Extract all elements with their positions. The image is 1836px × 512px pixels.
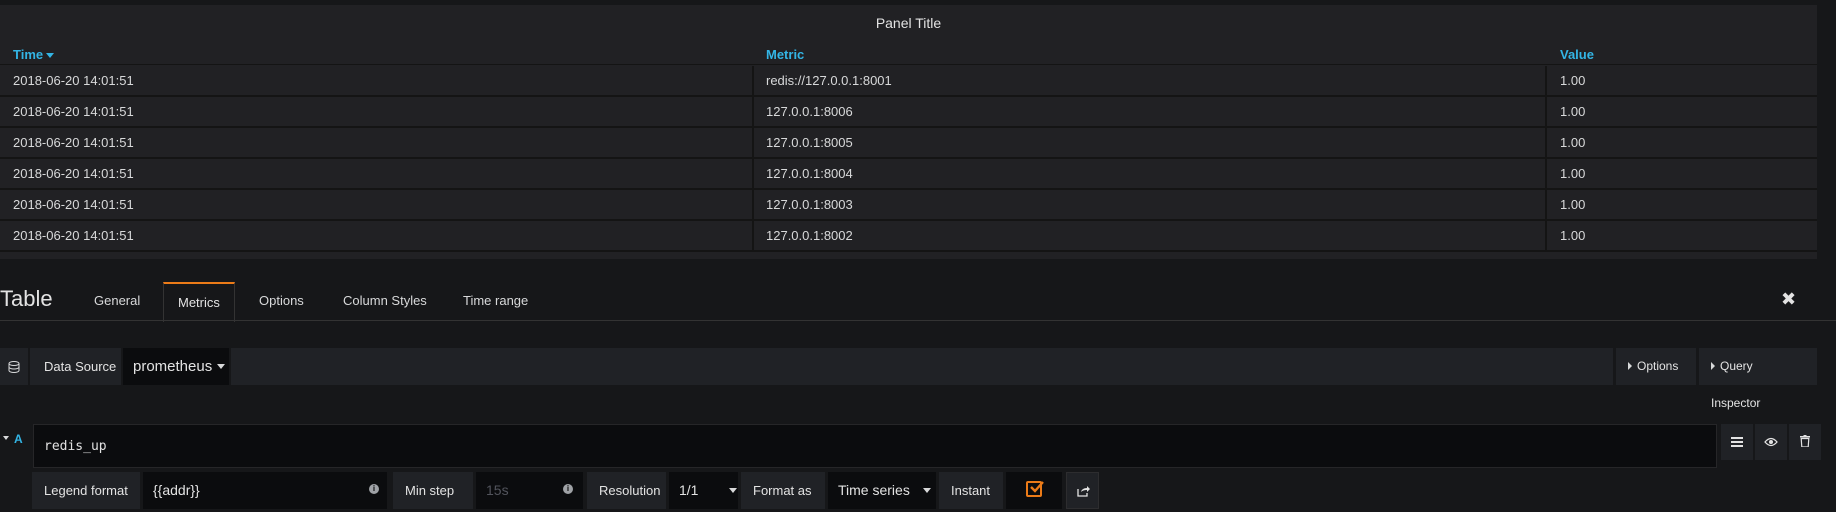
cell-time: 2018-06-20 14:01:51: [13, 166, 134, 181]
cell-time: 2018-06-20 14:01:51: [13, 135, 134, 150]
query-inspector-button-label: Query Inspector: [1711, 359, 1761, 410]
caret-down-icon: [923, 488, 931, 493]
datasource-label: Data Source: [30, 348, 121, 385]
format-as-select[interactable]: Time series: [828, 472, 936, 509]
cell-value: 1.00: [1545, 190, 1817, 219]
sort-desc-icon: [46, 53, 55, 58]
query-ref-id[interactable]: A: [14, 432, 23, 446]
cell-metric: 127.0.0.1:8002: [752, 221, 1545, 250]
caret-down-icon: [729, 488, 737, 493]
options-button-label: Options: [1637, 359, 1679, 373]
database-icon: [0, 348, 28, 385]
cell-value: 1.00: [1545, 66, 1817, 95]
cell-time: 2018-06-20 14:01:51: [13, 197, 134, 212]
query-menu-button[interactable]: [1721, 424, 1753, 460]
cell-metric: 127.0.0.1:8006: [752, 97, 1545, 126]
menu-icon: [1731, 437, 1743, 447]
table-header: Time Metric Value: [0, 41, 1817, 65]
caret-right-icon: [1628, 362, 1632, 370]
cell-metric: 127.0.0.1:8004: [752, 159, 1545, 188]
legend-format-input[interactable]: {{addr}}: [143, 472, 387, 509]
instant-label: Instant: [939, 472, 1003, 509]
share-icon: [1077, 486, 1090, 497]
table-row: 2018-06-20 14:01:51 redis://127.0.0.1:80…: [0, 66, 1817, 97]
trash-icon: [1800, 435, 1810, 448]
column-header-time[interactable]: Time: [13, 41, 55, 65]
toggle-visibility-button[interactable]: [1755, 424, 1787, 460]
tab-metrics[interactable]: Metrics: [163, 282, 235, 322]
tab-options[interactable]: Options: [245, 282, 318, 320]
eye-icon: [1764, 437, 1778, 447]
cell-value: 1.00: [1545, 221, 1817, 250]
datasource-filler: [231, 348, 1613, 385]
cell-value: 1.00: [1545, 97, 1817, 126]
options-button[interactable]: Options: [1616, 348, 1696, 385]
table-row: 2018-06-20 14:01:51 127.0.0.1:8006 1.00: [0, 97, 1817, 128]
panel-title[interactable]: Panel Title: [0, 10, 1817, 36]
table-row: 2018-06-20 14:01:51 127.0.0.1:8004 1.00: [0, 159, 1817, 190]
cell-time: 2018-06-20 14:01:51: [13, 104, 134, 119]
format-as-select-value: Time series: [838, 482, 910, 498]
cell-value: 1.00: [1545, 128, 1817, 157]
cell-metric: redis://127.0.0.1:8001: [752, 66, 1545, 95]
query-inspector-button[interactable]: Query Inspector: [1699, 348, 1817, 410]
caret-down-icon: [217, 364, 226, 369]
cell-metric: 127.0.0.1:8005: [752, 128, 1545, 157]
min-step-label: Min step: [393, 472, 473, 509]
resolution-select[interactable]: 1/1: [669, 472, 738, 509]
instant-checkbox[interactable]: [1006, 472, 1062, 509]
cell-metric: 127.0.0.1:8003: [752, 190, 1545, 219]
tab-general[interactable]: General: [80, 282, 154, 320]
caret-right-icon: [1711, 362, 1715, 370]
tabs-divider: [0, 320, 1836, 321]
collapse-query-icon[interactable]: [3, 436, 9, 440]
info-icon[interactable]: i: [369, 484, 379, 494]
delete-query-button[interactable]: [1789, 424, 1821, 460]
cell-time: 2018-06-20 14:01:51: [13, 228, 134, 243]
format-as-label: Format as: [741, 472, 825, 509]
resolution-label: Resolution: [587, 472, 666, 509]
table-panel: Panel Title Time Metric Value 2018-06-20…: [0, 0, 1817, 259]
share-link-button[interactable]: [1066, 472, 1099, 509]
close-icon[interactable]: ✖: [1781, 289, 1796, 310]
column-header-metric[interactable]: Metric: [766, 41, 804, 65]
cell-time: 2018-06-20 14:01:51: [13, 73, 134, 88]
table-row: 2018-06-20 14:01:51 127.0.0.1:8002 1.00: [0, 221, 1817, 252]
resolution-select-value: 1/1: [679, 482, 699, 498]
info-icon[interactable]: i: [563, 484, 573, 494]
editor-panel-type: Table: [0, 286, 53, 311]
datasource-select[interactable]: prometheus: [123, 348, 229, 385]
table-row: 2018-06-20 14:01:51 127.0.0.1:8005 1.00: [0, 128, 1817, 159]
datasource-select-value: prometheus: [133, 358, 213, 375]
tab-time-range[interactable]: Time range: [449, 282, 542, 320]
tab-column-styles[interactable]: Column Styles: [329, 282, 441, 320]
checkmark-icon: [1030, 481, 1044, 493]
cell-value: 1.00: [1545, 159, 1817, 188]
column-header-value[interactable]: Value: [1560, 41, 1594, 65]
query-expression-input[interactable]: redis_up: [33, 424, 1717, 468]
column-header-time-label: Time: [13, 47, 44, 62]
legend-format-label: Legend format: [32, 472, 140, 509]
table-row: 2018-06-20 14:01:51 127.0.0.1:8003 1.00: [0, 190, 1817, 221]
